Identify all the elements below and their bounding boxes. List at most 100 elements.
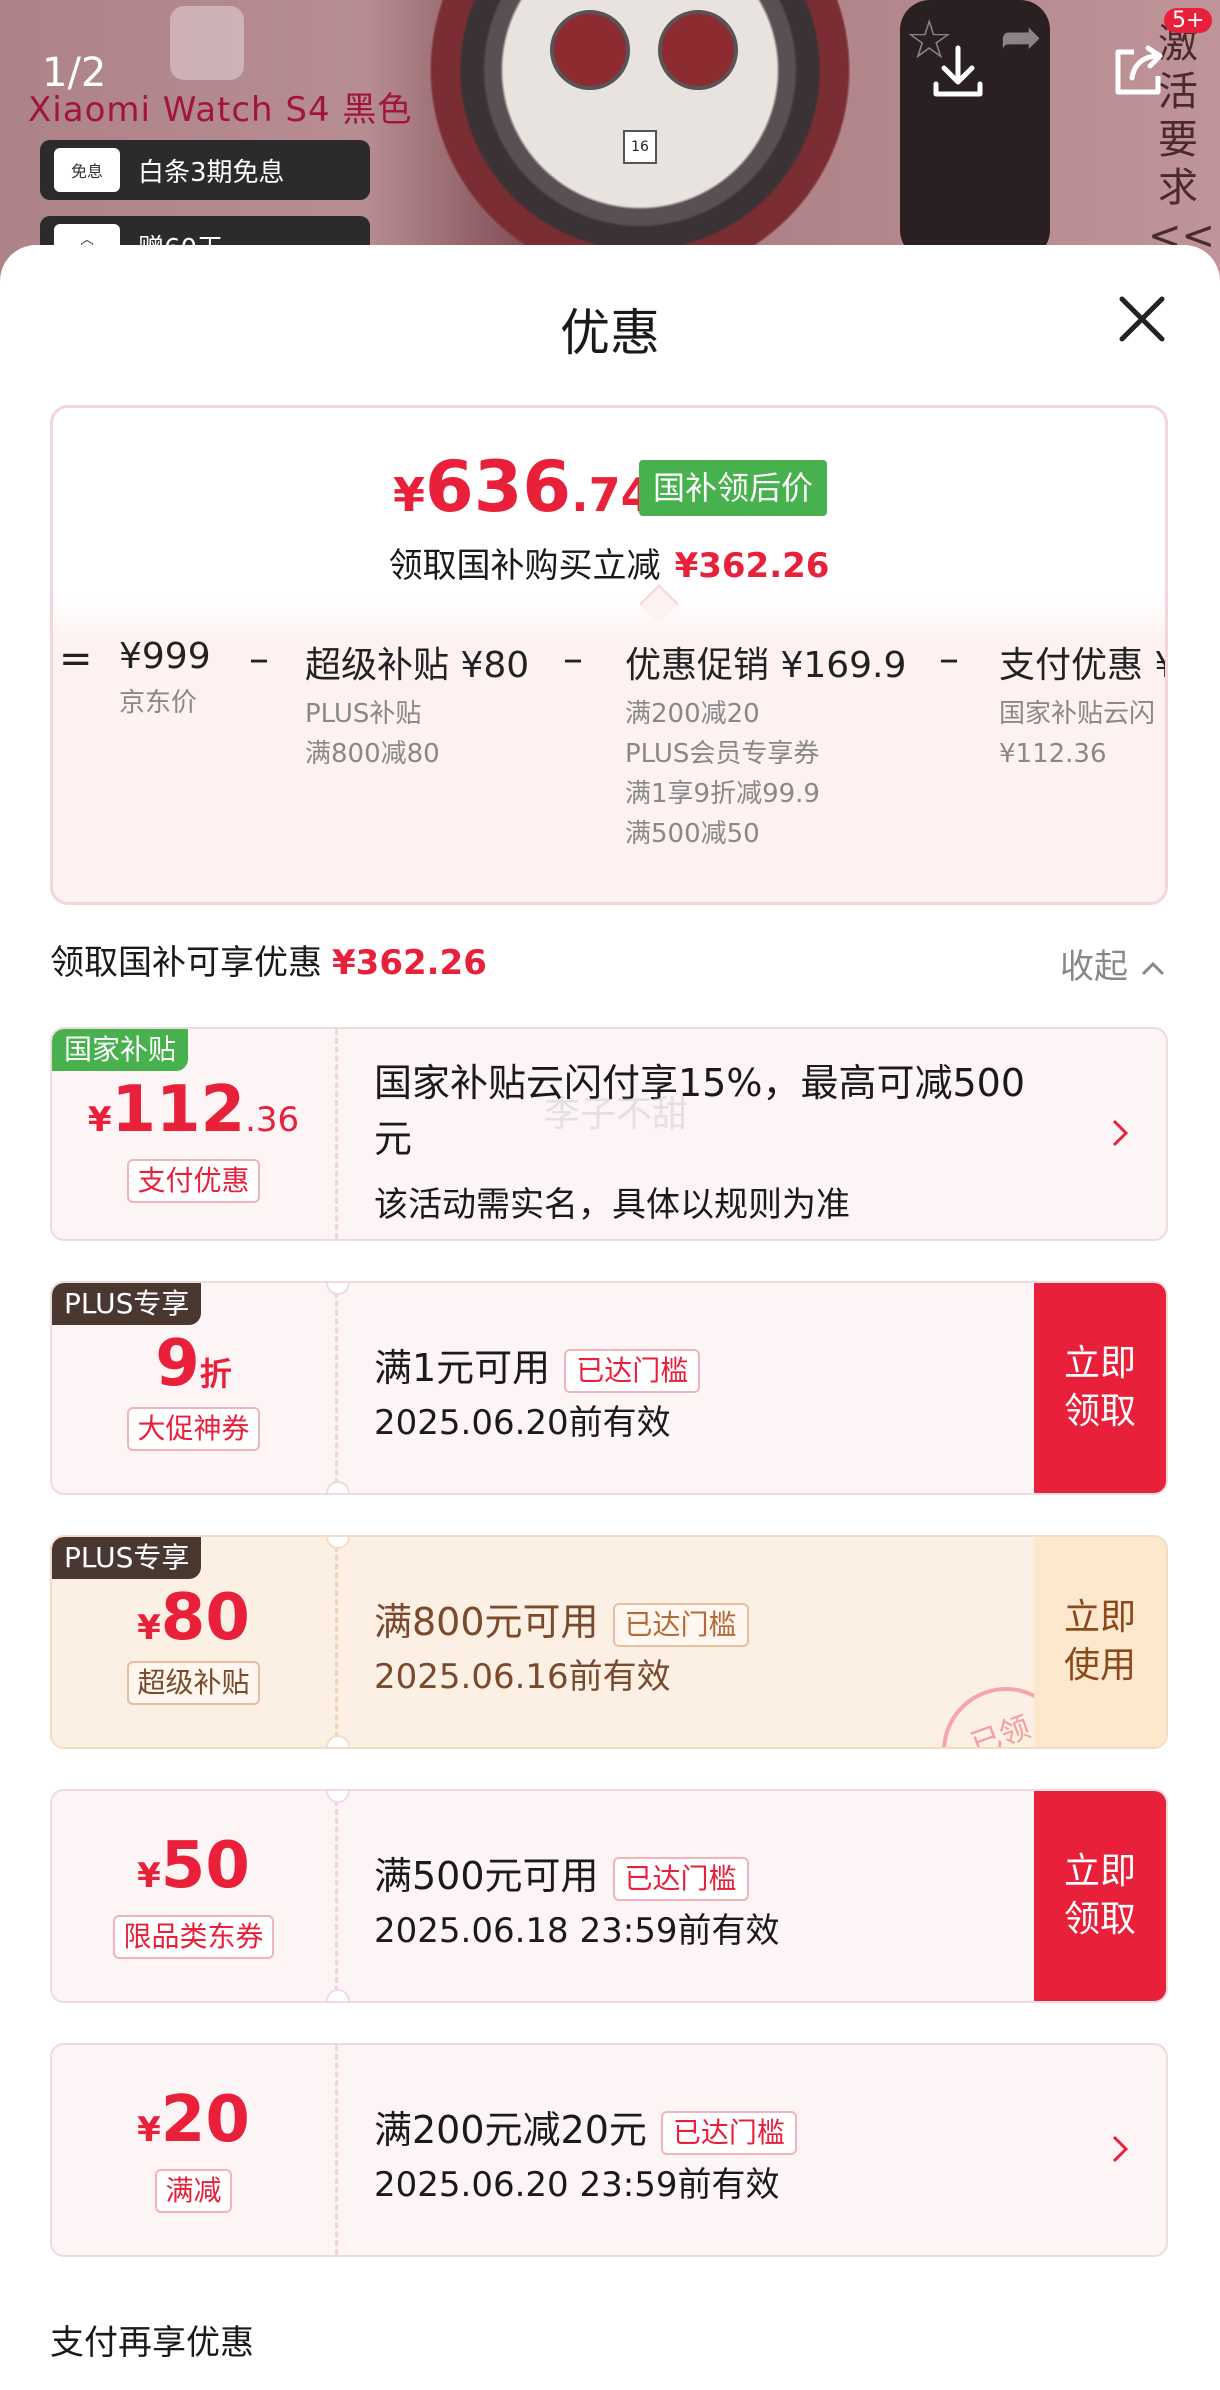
coupon-type: 超级补贴 <box>52 1661 335 1705</box>
payment-section-label: 支付再享优惠 <box>50 2323 254 2363</box>
threshold-badge: 已达门槛 <box>612 1856 749 1901</box>
coupon-type-label: 超级补贴 <box>127 1661 260 1705</box>
coupon-expiry: 2025.06.20前有效 <box>374 1403 671 1443</box>
section-amount: ¥362.26 <box>332 943 487 983</box>
coupon-card[interactable]: PLUS专享 ¥80 超级补贴 满800元可用 已达门槛 2025.06.16前有… <box>50 1535 1168 1749</box>
pointer-caret <box>639 584 679 624</box>
coupon-amount: 9折 <box>52 1327 335 1401</box>
close-icon[interactable] <box>1110 287 1174 351</box>
coupon-title-text: 满1元可用 <box>374 1346 551 1390</box>
discount-section-label: 领取国补可享优惠 ¥362.26 <box>50 935 487 984</box>
use-button[interactable]: 立即使用 <box>1034 1537 1166 1747</box>
breakdown-item: ¥999 京东价 <box>119 636 211 723</box>
use-button-label: 立即使用 <box>1063 1597 1136 1686</box>
coupon-title: 满500元可用 已达门槛 <box>374 1845 749 1901</box>
coupon-type-label: 限品类东券 <box>113 1915 274 1959</box>
threshold-badge: 已达门槛 <box>564 1348 701 1393</box>
coupon-description: 国家补贴云闪付享15%，最高可减500元 <box>374 1061 1025 1161</box>
coupon-corner-tag: PLUS专享 <box>52 1283 202 1325</box>
share-icon[interactable] <box>1106 40 1170 104</box>
brand-logo <box>170 6 244 80</box>
claim-button-label: 立即领取 <box>1063 1851 1136 1940</box>
price-tag: 国补领后价 <box>639 460 828 516</box>
watermark: 李子不甜 <box>544 1094 689 1135</box>
price-integer: 636 <box>425 446 572 528</box>
price-currency: ¥ <box>393 468 426 522</box>
coupon-card[interactable]: PLUS专享 9折 大促神券 满1元可用 已达门槛 2025.06.20前有效 立… <box>50 1281 1168 1495</box>
forward-icon: ➦ <box>1000 8 1042 66</box>
subsidy-amount: ¥362.26 <box>674 546 830 586</box>
calendar-icon: 免息 <box>54 148 120 192</box>
collapse-toggle[interactable]: 收起 <box>1060 939 1167 988</box>
chevron-right-icon[interactable] <box>1110 1117 1130 1149</box>
discount-sheet: 优惠 ¥636.74 国补领后价 领取国补购买立减 ¥362.26 = ¥999 … <box>0 245 1220 2390</box>
coupon-card[interactable]: 国家补贴 ¥112.36 支付优惠 国家补贴云闪付享15%，最高可减500元 李… <box>50 1027 1168 1241</box>
coupon-expiry: 2025.06.18 23:59前有效 <box>374 1911 780 1951</box>
coupon-notch <box>326 1989 350 2001</box>
coupon-value: 50 <box>160 1829 250 1903</box>
coupon-divider <box>335 2045 338 2255</box>
coupon-type: 满减 <box>52 2169 335 2213</box>
coupon-amount: ¥20 <box>52 2083 335 2157</box>
subsidy-line: 领取国补购买立减 ¥362.26 <box>53 538 1165 587</box>
coupon-value: 112 <box>111 1073 246 1147</box>
breakdown-head: 优惠促销 ¥169.9 <box>625 645 907 686</box>
equals-operator: = <box>59 636 93 682</box>
coupon-notch <box>326 1735 350 1747</box>
coupon-amount: ¥80 <box>52 1581 335 1655</box>
breakdown-sub: PLUS会员专享券 <box>625 739 820 769</box>
breakdown-sub: ¥112.36 <box>999 739 1107 769</box>
claim-button[interactable]: 立即领取 <box>1034 1283 1166 1493</box>
minus-operator: – <box>249 636 269 682</box>
minus-operator: – <box>563 636 583 682</box>
breakdown-sub: 国家补贴云闪 <box>999 699 1156 729</box>
download-icon[interactable] <box>926 40 990 104</box>
cart-badge: 5+ <box>1164 8 1213 33</box>
chevron-up-icon <box>1141 961 1164 976</box>
coupon-corner-tag: 国家补贴 <box>52 1029 189 1071</box>
coupon-title-text: 满500元可用 <box>374 1854 599 1898</box>
coupon-type-label: 支付优惠 <box>127 1159 260 1203</box>
breakdown-item: 超级补贴 ¥80 PLUS补贴 满800减80 <box>305 636 529 774</box>
coupon-value: 80 <box>160 1581 250 1655</box>
coupon-notch <box>326 1283 350 1295</box>
coupon-value: 9 <box>155 1327 200 1401</box>
breakdown-sub: 京东价 <box>119 688 198 718</box>
coupon-title-text: 满200元减20元 <box>374 2108 647 2152</box>
coupon-type-label: 满减 <box>155 2169 232 2213</box>
coupon-card[interactable]: ¥20 满减 满200元减20元 已达门槛 2025.06.20 23:59前有效 <box>50 2043 1168 2257</box>
coupon-card[interactable]: ¥50 限品类东券 满500元可用 已达门槛 2025.06.18 23:59前有… <box>50 1789 1168 2003</box>
chevron-right-icon[interactable] <box>1110 2133 1130 2165</box>
promo-tag: 免息 白条3期免息 <box>40 140 370 200</box>
breakdown-sub: 满500减50 <box>625 819 760 849</box>
breakdown-sub: 满200减20 <box>625 699 760 729</box>
subsidy-label: 领取国补购买立减 <box>388 546 661 586</box>
breakdown-item: 支付优惠 ¥ 国家补贴云闪 ¥112.36 <box>999 636 1165 774</box>
threshold-badge: 已达门槛 <box>660 2110 797 2155</box>
breakdown-item: 优惠促销 ¥169.9 满200减20 PLUS会员专享券 满1享9折减99.9… <box>625 636 906 854</box>
final-price: ¥636.74 <box>393 446 653 528</box>
product-title: Xiaomi Watch S4 黑色 <box>28 90 413 130</box>
coupon-notch <box>326 1481 350 1493</box>
claim-button[interactable]: 立即领取 <box>1034 1791 1166 2001</box>
price-breakdown[interactable]: = ¥999 京东价 – 超级补贴 ¥80 PLUS补贴 满800减80 – 优… <box>53 636 1165 896</box>
coupon-value: 20 <box>160 2083 250 2157</box>
breakdown-sub: 满1享9折减99.9 <box>625 779 820 809</box>
promo-tag-label: 白条3期免息 <box>138 157 285 188</box>
price-summary-card: ¥636.74 国补领后价 领取国补购买立减 ¥362.26 = ¥999 京东价… <box>50 405 1168 905</box>
claim-button-label: 立即领取 <box>1063 1343 1136 1432</box>
coupon-amount: ¥112.36 <box>52 1073 335 1147</box>
section-label-text: 领取国补可享优惠 <box>50 943 322 983</box>
coupon-expiry: 2025.06.20 23:59前有效 <box>374 2165 780 2205</box>
coupon-notch <box>326 1791 350 1803</box>
coupon-divider <box>335 1537 338 1747</box>
coupon-divider <box>335 1791 338 2001</box>
breakdown-sub: PLUS补贴 <box>305 699 422 729</box>
coupon-divider <box>335 1029 338 1239</box>
coupon-currency: ¥ <box>87 1100 112 1140</box>
threshold-badge: 已达门槛 <box>612 1602 749 1647</box>
coupon-expiry: 2025.06.16前有效 <box>374 1657 671 1697</box>
coupon-type: 支付优惠 <box>52 1159 335 1203</box>
coupon-decimal: .36 <box>245 1100 300 1140</box>
breakdown-sub: 满800减80 <box>305 739 440 769</box>
